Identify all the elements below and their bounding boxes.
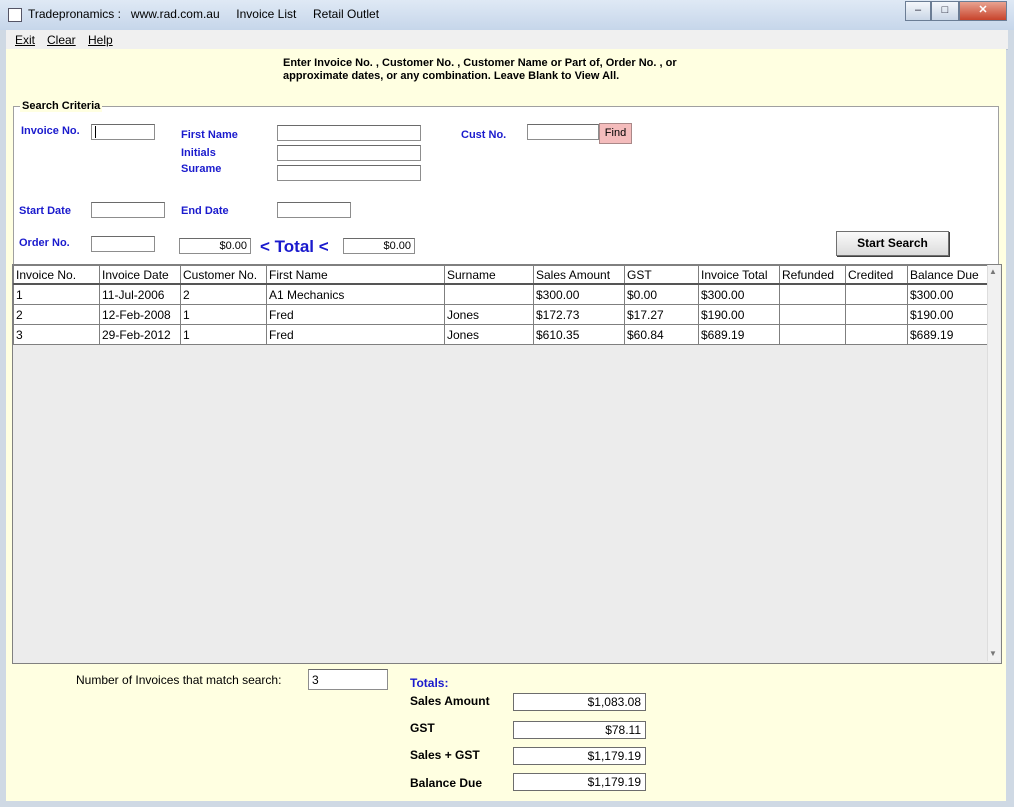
search-criteria-legend: Search Criteria: [20, 100, 103, 112]
cell[interactable]: $689.19: [907, 324, 988, 345]
table-row[interactable]: 2 12-Feb-2008 1 Fred Jones $172.73 $17.2…: [13, 304, 988, 325]
cell[interactable]: Fred: [266, 324, 445, 345]
cell[interactable]: 1: [180, 304, 267, 325]
find-button[interactable]: Find: [599, 123, 632, 144]
match-count-field[interactable]: 3: [308, 669, 388, 690]
col-first-name[interactable]: First Name: [266, 265, 445, 285]
maximize-button[interactable]: □: [931, 1, 959, 21]
cell[interactable]: $300.00: [907, 283, 988, 305]
cell[interactable]: [779, 283, 846, 305]
cell[interactable]: 29-Feb-2012: [99, 324, 181, 345]
order-no-label: Order No.: [19, 237, 70, 249]
gst-total-value: $78.11: [513, 721, 646, 739]
cell[interactable]: 1: [180, 324, 267, 345]
total-range-label: < Total <: [260, 237, 329, 256]
menu-clear[interactable]: Clear: [47, 33, 76, 47]
table-row[interactable]: 3 29-Feb-2012 1 Fred Jones $610.35 $60.8…: [13, 324, 988, 345]
sales-gst-value: $1,179.19: [513, 747, 646, 765]
menu-help[interactable]: Help: [88, 33, 113, 47]
cell[interactable]: $689.19: [698, 324, 780, 345]
app-icon: [8, 8, 22, 22]
balance-due-value: $1,179.19: [513, 773, 646, 791]
surname-label: Surame: [181, 163, 222, 175]
cell[interactable]: 2: [13, 304, 100, 325]
grid-vertical-scrollbar[interactable]: ▲ ▼: [987, 265, 1000, 661]
col-invoice-no[interactable]: Invoice No.: [13, 265, 100, 285]
col-refunded[interactable]: Refunded: [779, 265, 846, 285]
cell[interactable]: [845, 283, 908, 305]
col-surname[interactable]: Surname: [444, 265, 534, 285]
start-date-label: Start Date: [19, 205, 71, 217]
invoice-table: Invoice No. Invoice Date Customer No. Fi…: [13, 265, 988, 345]
col-balance-due[interactable]: Balance Due: [907, 265, 988, 285]
title-bar: Tradepronamics : www.rad.com.au Invoice …: [0, 0, 1014, 30]
initials-input[interactable]: [277, 145, 421, 161]
end-date-label: End Date: [181, 205, 229, 217]
cell[interactable]: $300.00: [698, 283, 780, 305]
col-sales-amount[interactable]: Sales Amount: [533, 265, 625, 285]
window-title: Tradepronamics : www.rad.com.au Invoice …: [28, 7, 380, 21]
cust-no-label: Cust No.: [461, 129, 507, 141]
cell[interactable]: [845, 304, 908, 325]
cust-no-input[interactable]: [527, 124, 599, 140]
first-name-label: First Name: [181, 129, 238, 141]
total-to-input[interactable]: $0.00: [343, 238, 415, 254]
total-from-input[interactable]: $0.00: [179, 238, 251, 254]
cell[interactable]: $190.00: [907, 304, 988, 325]
cell[interactable]: $172.73: [533, 304, 625, 325]
sales-gst-label: Sales + GST: [410, 748, 480, 762]
cell[interactable]: [845, 324, 908, 345]
col-credited[interactable]: Credited: [845, 265, 908, 285]
surname-input[interactable]: [277, 165, 421, 181]
initials-label: Initials: [181, 147, 216, 159]
cell[interactable]: [444, 283, 534, 305]
col-gst[interactable]: GST: [624, 265, 699, 285]
scroll-down-icon[interactable]: ▼: [989, 649, 997, 658]
sales-amount-value: $1,083.08: [513, 693, 646, 711]
cell[interactable]: $300.00: [533, 283, 625, 305]
menu-bar: Exit Clear Help: [6, 30, 1008, 50]
invoice-no-input[interactable]: [91, 124, 155, 140]
cell[interactable]: $17.27: [624, 304, 699, 325]
cell[interactable]: Jones: [444, 324, 534, 345]
cell[interactable]: Fred: [266, 304, 445, 325]
cell[interactable]: Jones: [444, 304, 534, 325]
cell[interactable]: 12-Feb-2008: [99, 304, 181, 325]
first-name-input[interactable]: [277, 125, 421, 141]
totals-heading: Totals:: [410, 676, 449, 690]
cell[interactable]: $0.00: [624, 283, 699, 305]
menu-exit[interactable]: Exit: [15, 33, 35, 47]
start-date-input[interactable]: [91, 202, 165, 218]
cell[interactable]: 3: [13, 324, 100, 345]
close-button[interactable]: ✕: [959, 1, 1007, 21]
gst-total-label: GST: [410, 721, 435, 735]
cell[interactable]: $190.00: [698, 304, 780, 325]
cell[interactable]: 1: [13, 283, 100, 305]
invoice-grid[interactable]: Invoice No. Invoice Date Customer No. Fi…: [12, 264, 1002, 664]
cell[interactable]: $60.84: [624, 324, 699, 345]
order-no-input[interactable]: [91, 236, 155, 252]
col-invoice-date[interactable]: Invoice Date: [99, 265, 181, 285]
cell[interactable]: A1 Mechanics: [266, 283, 445, 305]
instructions-text: Enter Invoice No. , Customer No. , Custo…: [283, 57, 677, 82]
sales-amount-label: Sales Amount: [410, 694, 490, 708]
minimize-button[interactable]: –: [905, 1, 931, 21]
balance-due-label: Balance Due: [410, 776, 483, 790]
scroll-up-icon[interactable]: ▲: [989, 267, 997, 276]
cell[interactable]: [779, 304, 846, 325]
invoice-no-label: Invoice No.: [21, 125, 80, 137]
cell[interactable]: 2: [180, 283, 267, 305]
cell[interactable]: 11-Jul-2006: [99, 283, 181, 305]
end-date-input[interactable]: [277, 202, 351, 218]
cell[interactable]: [779, 324, 846, 345]
col-customer-no[interactable]: Customer No.: [180, 265, 267, 285]
grid-header-row: Invoice No. Invoice Date Customer No. Fi…: [13, 265, 988, 285]
start-search-button[interactable]: Start Search: [836, 231, 949, 256]
table-row[interactable]: 1 11-Jul-2006 2 A1 Mechanics $300.00 $0.…: [13, 283, 988, 305]
col-invoice-total[interactable]: Invoice Total: [698, 265, 780, 285]
match-count-label: Number of Invoices that match search:: [76, 673, 282, 687]
cell[interactable]: $610.35: [533, 324, 625, 345]
